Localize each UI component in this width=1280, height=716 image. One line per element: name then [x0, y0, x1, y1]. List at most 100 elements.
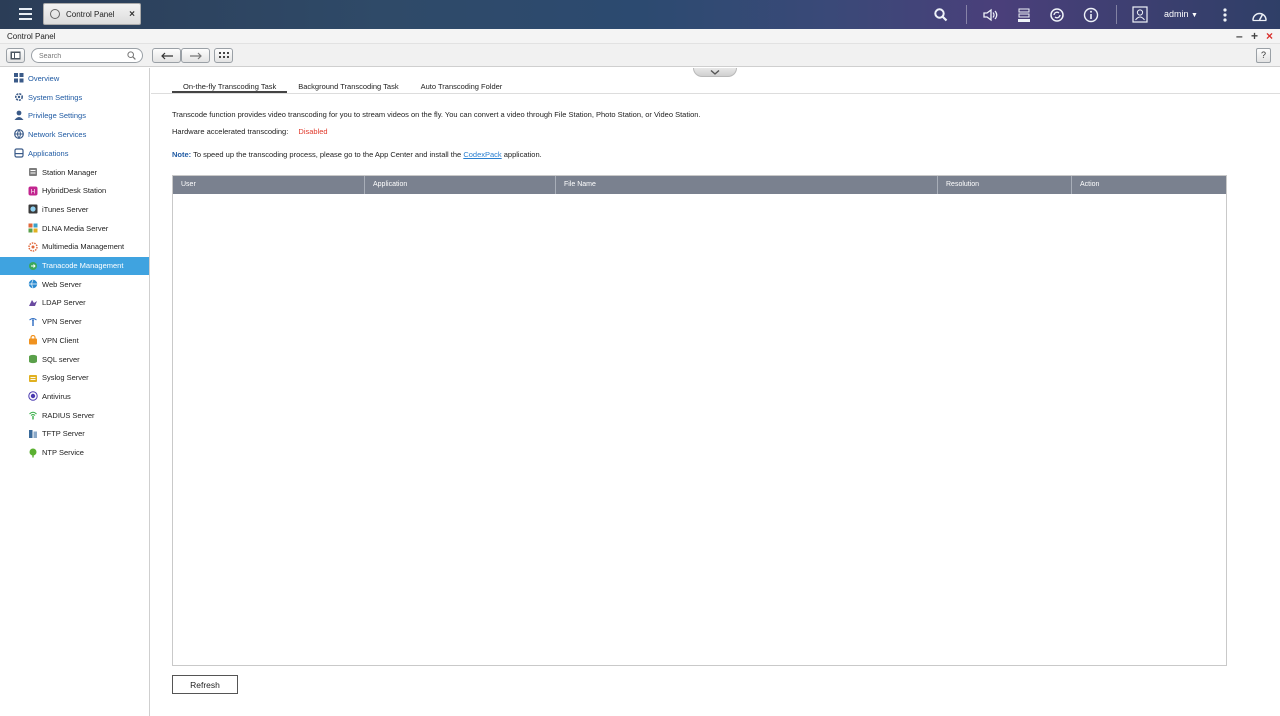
sidebar-item-applications[interactable]: Applications [0, 144, 149, 162]
globe-icon [14, 129, 24, 139]
tab-auto-transcoding-folder[interactable]: Auto Transcoding Folder [410, 80, 514, 93]
more-options-icon[interactable] [1218, 6, 1232, 23]
apps-grid-icon [218, 52, 229, 58]
hybriddesk-icon: H [28, 186, 38, 196]
sidebar-item-privilege-settings[interactable]: Privilege Settings [0, 106, 149, 124]
help-button[interactable]: ? [1256, 48, 1271, 63]
taskbar-separator [966, 5, 967, 24]
sidebar-item-label: RADIUS Server [42, 410, 95, 420]
sidebar-item-label: Web Server [42, 279, 82, 289]
hardware-acceleration-status: Disabled [298, 127, 328, 136]
sidebar-item-web-server[interactable]: Web Server [0, 275, 149, 293]
sidebar-item-vpn-server[interactable]: VPN Server [0, 313, 149, 331]
toggle-view-button[interactable] [6, 48, 25, 63]
transcoding-task-table: User Application File Name Resolution Ac… [172, 175, 1227, 666]
sidebar-item-antivirus[interactable]: Antivirus [0, 387, 149, 405]
sidebar-item-station-manager[interactable]: Station Manager [0, 163, 149, 181]
itunes-icon [28, 204, 38, 214]
search-icon[interactable] [127, 51, 136, 62]
sidebar-item-itunes-server[interactable]: iTunes Server [0, 200, 149, 218]
column-action[interactable]: Action [1072, 176, 1226, 194]
minimize-button[interactable]: – [1236, 29, 1243, 43]
dashboard-icon[interactable] [1250, 6, 1268, 23]
grid-view-icon [10, 51, 21, 60]
note-suffix: application. [501, 150, 542, 159]
sidebar-item-network-services[interactable]: Network Services [0, 125, 149, 143]
sidebar-item-label: TFTP Server [42, 429, 85, 439]
sync-icon[interactable] [1048, 6, 1065, 23]
sidebar-item-syslog-server[interactable]: Syslog Server [0, 369, 149, 387]
chevron-down-icon [710, 69, 720, 75]
sidebar-item-ldap-server[interactable]: LDAP Server [0, 294, 149, 312]
column-user[interactable]: User [173, 176, 365, 194]
sidebar-item-label: LDAP Server [42, 298, 86, 308]
background-task-icon[interactable] [1016, 6, 1032, 23]
sidebar-item-dlna-media-server[interactable]: DLNA Media Server [0, 219, 149, 237]
hardware-acceleration-label: Hardware accelerated transcoding: [172, 127, 289, 136]
table-header: User Application File Name Resolution Ac… [173, 176, 1226, 194]
sidebar-item-vpn-client[interactable]: VPN Client [0, 331, 149, 349]
control-panel-task-tab[interactable]: Control Panel × [43, 3, 141, 25]
ntp-icon [28, 448, 38, 458]
user-icon [14, 110, 24, 120]
close-window-button[interactable]: × [1266, 29, 1273, 43]
info-icon[interactable] [1082, 6, 1099, 23]
transcode-icon [28, 261, 38, 271]
sidebar-item-system-settings[interactable]: System Settings [0, 88, 149, 106]
sidebar-item-label: HybridDesk Station [42, 186, 107, 196]
user-avatar-icon[interactable] [1131, 6, 1148, 23]
user-menu[interactable]: admin ▼ [1164, 9, 1198, 19]
main-content: On-the-fly Transcoding Task Background T… [151, 68, 1280, 716]
column-resolution[interactable]: Resolution [938, 176, 1072, 194]
taskbar-separator [1116, 5, 1117, 24]
gear-icon [14, 92, 24, 102]
sidebar-item-radius-server[interactable]: RADIUS Server [0, 406, 149, 424]
tabs-divider [151, 93, 1280, 94]
toolbar: ? [0, 44, 1280, 67]
task-tab-label: Control Panel [66, 9, 115, 19]
sidebar-item-sql-server[interactable]: SQL server [0, 350, 149, 368]
sidebar-item-overview[interactable]: Overview [0, 69, 149, 87]
transcode-description: Transcode function provides video transc… [172, 110, 701, 119]
column-file-name[interactable]: File Name [556, 176, 938, 194]
sidebar-item-tranacode-management[interactable]: Tranacode Management [0, 256, 149, 275]
tftp-icon [28, 429, 38, 439]
search-box [31, 48, 143, 63]
web-server-icon [28, 279, 38, 289]
sidebar-item-multimedia-management[interactable]: Multimedia Management [0, 238, 149, 256]
sidebar-item-label: System Settings [28, 92, 83, 102]
all-apps-button[interactable] [214, 48, 233, 63]
forward-button[interactable] [181, 48, 210, 63]
ldap-icon [28, 298, 38, 308]
search-icon[interactable] [933, 6, 949, 23]
sidebar-item-hybriddesk-station[interactable]: H HybridDesk Station [0, 182, 149, 200]
note-text: Note: To speed up the transcoding proces… [172, 150, 542, 159]
column-application[interactable]: Application [365, 176, 556, 194]
search-input[interactable] [39, 50, 129, 62]
volume-icon[interactable] [981, 6, 999, 23]
back-button[interactable] [152, 48, 181, 63]
maximize-button[interactable]: + [1251, 29, 1258, 43]
sidebar-item-label: Network Services [28, 129, 87, 139]
collapse-toggle[interactable] [693, 68, 737, 77]
sidebar: Overview System Settings Privilege Setti… [0, 68, 150, 716]
sidebar-item-label: Antivirus [42, 391, 71, 401]
sql-icon [28, 354, 38, 364]
overview-icon [14, 73, 24, 83]
tab-background-transcoding-task[interactable]: Background Transcoding Task [287, 80, 409, 93]
main-menu-button[interactable] [11, 3, 40, 25]
codexpack-link[interactable]: CodexPack [463, 150, 501, 159]
arrow-right-icon [189, 52, 202, 59]
sidebar-item-label: VPN Client [42, 335, 79, 345]
tab-on-the-fly-transcoding-task[interactable]: On-the-fly Transcoding Task [172, 80, 288, 93]
sidebar-item-ntp-service[interactable]: NTP Service [0, 444, 149, 462]
close-icon[interactable]: × [129, 9, 135, 20]
sidebar-item-label: DLNA Media Server [42, 223, 109, 233]
window-titlebar: Control Panel – + × [0, 29, 1280, 44]
sidebar-item-tftp-server[interactable]: TFTP Server [0, 425, 149, 443]
sidebar-item-label: Syslog Server [42, 373, 89, 383]
refresh-button[interactable]: Refresh [172, 675, 238, 694]
taskbar: Control Panel × admin ▼ [0, 0, 1280, 29]
sidebar-item-label: Overview [28, 73, 60, 83]
sidebar-item-label: Multimedia Management [42, 242, 125, 252]
